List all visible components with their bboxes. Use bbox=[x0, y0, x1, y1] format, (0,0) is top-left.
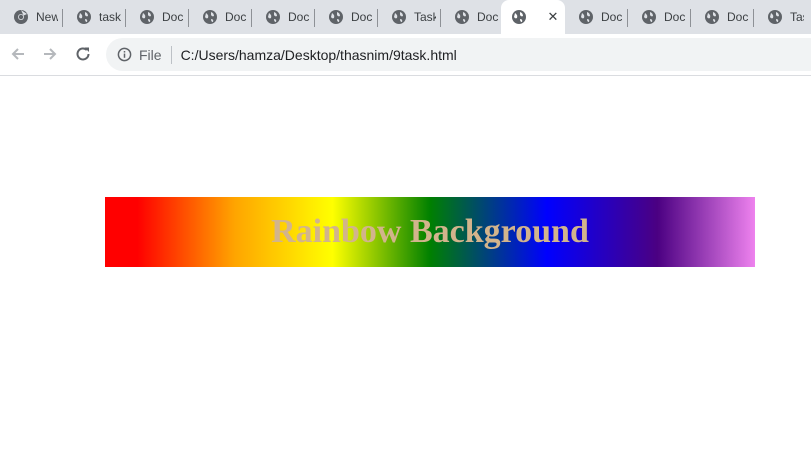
close-tab-icon[interactable]: ✕ bbox=[545, 9, 561, 25]
tab-label: Task bbox=[414, 10, 436, 24]
tab-doc[interactable]: Doc bbox=[691, 0, 754, 34]
tab-label: Doc bbox=[727, 10, 749, 24]
tab-task[interactable]: Task bbox=[754, 0, 804, 34]
browser-toolbar: File C:/Users/hamza/Desktop/thasnim/9tas… bbox=[0, 34, 811, 76]
url-scheme-label: File bbox=[139, 46, 162, 63]
tab-doc[interactable]: Doc bbox=[189, 0, 252, 34]
tab-label: Doc bbox=[162, 10, 184, 24]
tab-label: Doc bbox=[288, 10, 310, 24]
tab-doc[interactable]: Doc bbox=[126, 0, 189, 34]
rainbow-banner: Rainbow Background bbox=[105, 197, 755, 267]
tab-label: task bbox=[99, 10, 121, 24]
chrome-icon bbox=[14, 10, 28, 24]
arrow-left-icon bbox=[11, 48, 24, 60]
tab-label: Doc bbox=[351, 10, 373, 24]
tab-label: Doc bbox=[225, 10, 247, 24]
tab-doc[interactable]: Doc bbox=[565, 0, 628, 34]
tab-label: Doc bbox=[477, 10, 499, 24]
tab-strip: New task Doc Doc Doc Doc Task Doc ✕ Doc … bbox=[0, 0, 811, 34]
reload-button[interactable] bbox=[72, 43, 94, 65]
reload-icon bbox=[76, 47, 90, 61]
url-text[interactable]: C:/Users/hamza/Desktop/thasnim/9task.htm… bbox=[181, 47, 457, 63]
address-divider bbox=[170, 45, 172, 64]
arrow-right-icon bbox=[44, 48, 57, 60]
tab-doc[interactable]: Doc bbox=[628, 0, 691, 34]
globe-icon bbox=[203, 10, 217, 24]
tab-label: New bbox=[36, 10, 58, 24]
globe-icon bbox=[266, 10, 280, 24]
tab-new[interactable]: New bbox=[0, 0, 63, 34]
tab-active[interactable]: ✕ bbox=[501, 0, 565, 34]
page-viewport: Rainbow Background bbox=[0, 77, 811, 455]
address-bar[interactable]: File C:/Users/hamza/Desktop/thasnim/9tas… bbox=[106, 38, 811, 71]
tab-label: Doc bbox=[664, 10, 686, 24]
tab-doc[interactable]: Doc bbox=[252, 0, 315, 34]
globe-icon bbox=[642, 10, 656, 24]
globe-icon bbox=[512, 10, 526, 24]
back-button[interactable] bbox=[7, 43, 29, 65]
info-icon[interactable] bbox=[116, 47, 132, 63]
globe-icon bbox=[579, 10, 593, 24]
tab-label: Doc bbox=[601, 10, 623, 24]
tab-task[interactable]: Task bbox=[378, 0, 441, 34]
page-title: Rainbow Background bbox=[271, 213, 589, 250]
tab-task[interactable]: task bbox=[63, 0, 126, 34]
forward-button[interactable] bbox=[39, 43, 61, 65]
globe-icon bbox=[77, 10, 91, 24]
globe-icon bbox=[392, 10, 406, 24]
tab-doc[interactable]: Doc bbox=[315, 0, 378, 34]
tab-label: Task bbox=[790, 10, 804, 24]
globe-icon bbox=[705, 10, 719, 24]
globe-icon bbox=[140, 10, 154, 24]
tab-doc[interactable]: Doc bbox=[441, 0, 501, 34]
globe-icon bbox=[455, 10, 469, 24]
globe-icon bbox=[768, 10, 782, 24]
globe-icon bbox=[329, 10, 343, 24]
